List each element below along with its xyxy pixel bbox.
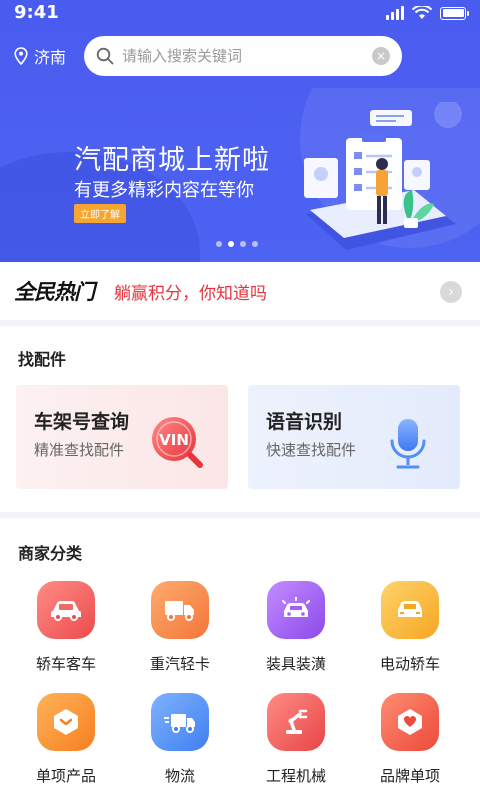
search-bar[interactable]: × (84, 36, 402, 76)
search-input[interactable] (122, 47, 364, 65)
clear-search-button[interactable]: × (372, 47, 390, 65)
pagination-dot[interactable] (252, 241, 258, 247)
banner-subtitle: 有更多精彩内容在等你 (74, 180, 254, 201)
pagination-dot-active[interactable] (228, 241, 234, 247)
car-decor-icon (267, 581, 325, 639)
status-time: 9:41 (14, 2, 59, 23)
banner-title: 汽配商城上新啦 (74, 145, 270, 176)
category-item-equipment-decor[interactable]: 装具装潢 (236, 581, 356, 674)
category-item-sedan-bus[interactable]: 轿车客车 (6, 581, 126, 674)
category-label: 工程机械 (265, 767, 326, 785)
search-icon (96, 47, 114, 65)
status-bar: 9:41 (0, 0, 480, 28)
vin-card-subtitle: 精准查找配件 (34, 441, 125, 459)
category-label: 单项产品 (35, 767, 96, 785)
category-item-heavy-truck[interactable]: 重汽轻卡 (120, 581, 240, 674)
category-item-logistics[interactable]: 物流 (120, 693, 240, 786)
wifi-icon (412, 6, 432, 19)
category-label: 轿车客车 (35, 655, 96, 673)
category-label: 重汽轻卡 (149, 655, 210, 673)
battery-icon (440, 6, 469, 20)
box-icon (37, 693, 95, 751)
location-selector[interactable]: 济南 (14, 44, 66, 68)
promo-banner[interactable]: 汽配商城上新啦 有更多精彩内容在等你 立即了解 (0, 88, 480, 262)
banner-illustration (304, 102, 462, 250)
status-icons (386, 6, 469, 20)
category-item-single-product[interactable]: 单项产品 (6, 693, 126, 786)
hot-topic-logo: 全民热门 (14, 280, 95, 304)
category-label: 品牌单项 (379, 767, 440, 785)
location-city: 济南 (34, 48, 67, 67)
robot-arm-icon (267, 693, 325, 751)
pagination-dot[interactable] (216, 241, 222, 247)
voice-card-title: 语音识别 (266, 411, 343, 433)
vin-card-title: 车架号查询 (34, 411, 130, 433)
chevron-right-icon[interactable]: › (440, 281, 462, 303)
find-parts-title: 找配件 (18, 350, 67, 369)
location-pin-icon (14, 47, 28, 65)
signal-icon (386, 6, 404, 20)
category-label: 物流 (164, 767, 195, 785)
vin-lookup-card[interactable]: 车架号查询 精准查找配件 VIN (16, 385, 228, 489)
delivery-truck-icon (151, 693, 209, 751)
heart-badge-icon (381, 693, 439, 751)
pagination-dot[interactable] (240, 241, 246, 247)
hot-topic-text[interactable]: 躺赢积分，你知道吗 (114, 279, 267, 304)
header: 9:41 济南 × 汽配商城上新啦 有 (0, 0, 480, 262)
microphone-icon (390, 419, 426, 469)
truck-icon (151, 581, 209, 639)
category-item-electric-car[interactable]: 电动轿车 (350, 581, 470, 674)
vin-magnifier-icon: VIN (152, 417, 203, 468)
voice-card-subtitle: 快速查找配件 (266, 441, 357, 459)
hot-topic-bar[interactable]: 全民热门 躺赢积分，你知道吗 › (0, 262, 480, 320)
banner-cta-button[interactable]: 立即了解 (74, 204, 126, 223)
category-item-construction-machinery[interactable]: 工程机械 (236, 693, 356, 786)
category-item-brand-product[interactable]: 品牌单项 (350, 693, 470, 786)
banner-pagination (216, 241, 258, 247)
car-icon (37, 581, 95, 639)
voice-recognition-card[interactable]: 语音识别 快速查找配件 (248, 385, 460, 489)
categories-title: 商家分类 (18, 544, 83, 563)
electric-car-icon (381, 581, 439, 639)
category-label: 装具装潢 (265, 655, 326, 673)
category-label: 电动轿车 (379, 655, 440, 673)
vin-badge-text: VIN (159, 431, 189, 449)
